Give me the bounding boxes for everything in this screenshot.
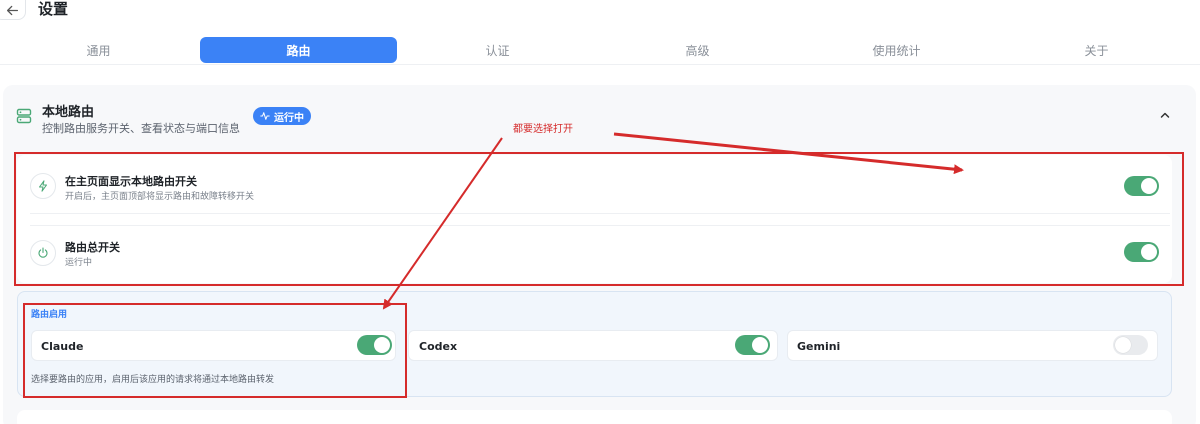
- chevron-up-icon[interactable]: [1158, 108, 1172, 122]
- arrow-left-icon: [6, 5, 18, 15]
- header: 设置: [0, 0, 1200, 22]
- tab-about[interactable]: 关于: [998, 37, 1195, 63]
- section-title: 本地路由: [42, 105, 95, 120]
- page-title: 设置: [38, 0, 69, 18]
- annotation-box-toggles: [14, 152, 1184, 286]
- back-button[interactable]: [0, 0, 26, 20]
- server-icon: [16, 108, 32, 124]
- tab-routing[interactable]: 路由: [200, 37, 397, 63]
- app-toggle-codex[interactable]: [735, 335, 770, 355]
- app-name-gemini: Gemini: [797, 340, 841, 353]
- tab-auth[interactable]: 认证: [399, 37, 596, 63]
- activity-icon: [260, 112, 270, 120]
- status-badge: 运行中: [253, 107, 311, 125]
- app-item-gemini: [787, 330, 1158, 361]
- tab-general[interactable]: 通用: [0, 37, 197, 63]
- tabs-divider: [0, 64, 1200, 65]
- tab-usage-stats[interactable]: 使用统计: [798, 37, 995, 63]
- next-section-card: [17, 410, 1172, 424]
- section-subtitle: 控制路由服务开关、查看状态与端口信息: [42, 122, 240, 135]
- app-item-codex: [408, 330, 778, 361]
- annotation-text: 都要选择打开: [513, 124, 573, 135]
- tab-bar: 通用 路由 认证 高级 使用统计 关于: [0, 37, 1200, 65]
- status-badge-label: 运行中: [274, 112, 304, 124]
- tab-advanced[interactable]: 高级: [599, 37, 796, 63]
- app-name-codex: Codex: [419, 340, 458, 353]
- app-toggle-gemini[interactable]: [1113, 335, 1148, 355]
- annotation-box-apps: [23, 303, 407, 398]
